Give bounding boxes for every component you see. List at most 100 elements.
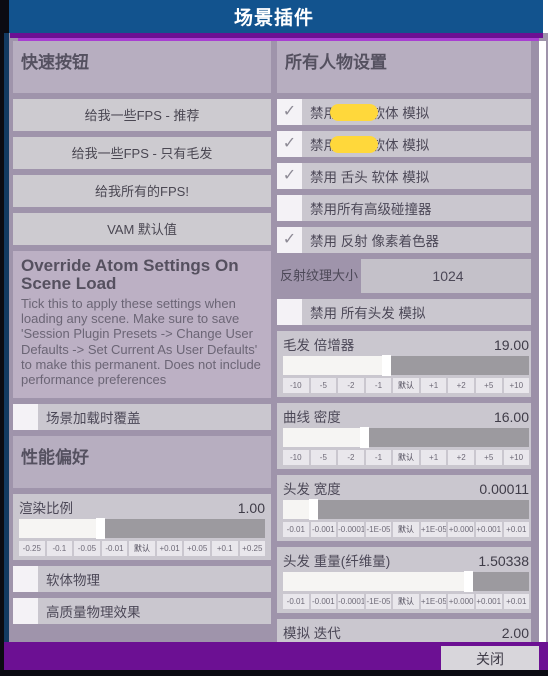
slider-step-button[interactable]: 默认 <box>393 450 419 465</box>
scrollbar-track[interactable] <box>531 41 539 642</box>
left-column: 快速按钮 给我一些FPS - 推荐 给我一些FPS - 只有毛发 给我所有的FP… <box>13 41 271 630</box>
slider-step-button[interactable]: +0.001 <box>475 594 502 609</box>
slider-step-button[interactable]: +1 <box>420 378 447 393</box>
preset-button-recommended[interactable]: 给我一些FPS - 推荐 <box>13 99 271 131</box>
slider-track[interactable] <box>283 571 529 592</box>
slider-step-button[interactable]: +10 <box>503 450 530 465</box>
slider-track[interactable] <box>19 517 265 539</box>
checkbox-label: 软体物理 <box>46 572 100 588</box>
slider-step-button[interactable]: +1E-05 <box>420 522 447 537</box>
slider-step-button[interactable]: -0.05 <box>74 540 100 556</box>
window-right-inner-edge <box>539 41 546 642</box>
checkbox-disable-glute-soft-body[interactable]: ✓ 禁用 臀部 软体 模拟 <box>277 131 535 157</box>
slider-step-button[interactable]: -0.01 <box>283 594 309 609</box>
checkbox-disable-breast-soft-body[interactable]: ✓ 禁用 乳房 软体 模拟 <box>277 99 535 125</box>
quick-buttons-header-label: 快速按钮 <box>21 53 89 72</box>
slider-handle[interactable] <box>308 499 318 520</box>
checkbox-disable-tongue-soft-body[interactable]: ✓ 禁用 舌头 软体 模拟 <box>277 163 535 189</box>
slider-step-button[interactable]: -2 <box>338 378 364 393</box>
slider-handle[interactable] <box>463 571 473 592</box>
slider-step-button[interactable]: +0.01 <box>503 522 530 537</box>
slider-step-button[interactable]: +10 <box>503 378 530 393</box>
dropdown-reflection-texture-size[interactable]: 反射纹理大小 1024 <box>277 259 535 293</box>
slider-step-button[interactable]: 默认 <box>393 594 419 609</box>
slider-step-button[interactable]: +1 <box>420 450 447 465</box>
slider-step-button[interactable]: +0.25 <box>239 540 266 556</box>
slider-curve-density[interactable]: 曲线 密度 16.00 -10 -5 -2 -1 默认 +1 +2 +5 +10 <box>277 403 535 469</box>
checkbox-disable-reflection-pixel-shader[interactable]: ✓ 禁用 反射 像素着色器 <box>277 227 535 253</box>
slider-step-button[interactable]: +2 <box>448 378 474 393</box>
slider-handle[interactable] <box>382 355 392 376</box>
slider-step-button[interactable]: -0.001 <box>310 522 337 537</box>
slider-step-button[interactable]: -0.25 <box>19 540 45 556</box>
slider-step-button[interactable]: -0.01 <box>101 540 128 556</box>
slider-hair-multiplier[interactable]: 毛发 倍增器 19.00 -10 -5 -2 -1 默认 +1 +2 +5 +10 <box>277 331 535 397</box>
slider-header: 头发 宽度 0.00011 <box>277 475 535 500</box>
slider-step-button[interactable]: +0.05 <box>184 540 210 556</box>
checkmark-icon: ✓ <box>277 195 302 221</box>
slider-step-button[interactable]: +0.000 <box>448 594 474 609</box>
slider-step-button[interactable]: -0.001 <box>310 594 337 609</box>
slider-header: 曲线 密度 16.00 <box>277 403 535 428</box>
slider-step-button[interactable]: +1E-05 <box>420 594 447 609</box>
checkbox-label: 禁用 臀部 软体 模拟 <box>302 131 535 157</box>
slider-track[interactable] <box>283 427 529 448</box>
preset-button-vam-defaults[interactable]: VAM 默认值 <box>13 213 271 245</box>
slider-step-button[interactable]: +0.000 <box>448 522 474 537</box>
checkmark-icon: ✓ <box>277 227 302 253</box>
slider-step-buttons: -0.25 -0.1 -0.05 -0.01 默认 +0.01 +0.05 +0.1 +0.25 <box>19 540 266 556</box>
preset-button-all-fps[interactable]: 给我所有的FPS! <box>13 175 271 207</box>
preset-button-hair-only[interactable]: 给我一些FPS - 只有毛发 <box>13 137 271 169</box>
slider-step-button[interactable]: -1E-05 <box>365 594 392 609</box>
slider-fill <box>283 428 365 447</box>
slider-step-button[interactable]: +5 <box>475 450 502 465</box>
slider-value: 2.00 <box>501 625 529 641</box>
slider-step-button[interactable]: +0.001 <box>475 522 502 537</box>
checkbox-soft-body-physics[interactable]: ✓ 软体物理 <box>13 565 271 592</box>
slider-header: 毛发 倍增器 19.00 <box>277 331 535 356</box>
slider-step-button[interactable]: -5 <box>310 450 337 465</box>
slider-step-button[interactable]: -0.1 <box>46 540 73 556</box>
slider-step-button[interactable]: 默认 <box>393 378 419 393</box>
slider-step-button[interactable]: -10 <box>283 378 309 393</box>
slider-step-button[interactable]: 默认 <box>129 540 155 556</box>
slider-value: 1.50338 <box>478 553 529 569</box>
slider-hair-width[interactable]: 头发 宽度 0.00011 -0.01 -0.001 -0.0001 -1E-05 默认… <box>277 475 535 541</box>
dropdown-value[interactable]: 1024 <box>361 259 535 293</box>
checkbox-disable-all-hair-sim[interactable]: ✓ 禁用 所有头发 模拟 <box>277 299 535 325</box>
slider-step-button[interactable]: -0.0001 <box>338 594 364 609</box>
slider-step-button[interactable]: -5 <box>310 378 337 393</box>
slider-step-button[interactable]: -1E-05 <box>365 522 392 537</box>
all-person-settings-header-label: 所有人物设置 <box>285 53 387 72</box>
slider-handle[interactable] <box>360 427 370 448</box>
slider-step-button[interactable]: +0.1 <box>211 540 238 556</box>
slider-step-button[interactable]: -1 <box>365 450 392 465</box>
slider-track[interactable] <box>283 499 529 520</box>
checkbox-high-quality-physics[interactable]: ✓ 高质量物理效果 <box>13 597 271 624</box>
slider-name: 曲线 密度 <box>283 410 341 425</box>
slider-handle[interactable] <box>96 517 106 539</box>
checkbox-disable-advanced-colliders[interactable]: ✓ 禁用所有高级碰撞器 <box>277 195 535 221</box>
slider-step-buttons: -10 -5 -2 -1 默认 +1 +2 +5 +10 <box>283 378 530 393</box>
close-button[interactable]: 关闭 <box>441 646 539 672</box>
slider-step-button[interactable]: 默认 <box>393 522 419 537</box>
slider-step-button[interactable]: +2 <box>448 450 474 465</box>
slider-step-button[interactable]: -1 <box>365 378 392 393</box>
checkmark-icon: ✓ <box>277 163 302 189</box>
checkbox-override-on-scene-load[interactable]: ✓ 场景加载时覆盖 <box>13 403 271 430</box>
slider-step-button[interactable]: +0.01 <box>156 540 183 556</box>
slider-step-button[interactable]: -0.0001 <box>338 522 364 537</box>
slider-step-button[interactable]: -0.01 <box>283 522 309 537</box>
slider-step-button[interactable]: +5 <box>475 378 502 393</box>
slider-step-button[interactable]: -2 <box>338 450 364 465</box>
slider-header: 头发 重量(纤维量) 1.50338 <box>277 547 535 572</box>
slider-hair-weight[interactable]: 头发 重量(纤维量) 1.50338 -0.01 -0.001 -0.0001 -1E… <box>277 547 535 613</box>
slider-render-scale[interactable]: 渲染比例 1.00 -0.25 -0.1 -0.05 -0.01 默认 +0.01 +0.0… <box>13 493 271 560</box>
slider-step-button[interactable]: -10 <box>283 450 309 465</box>
slider-fill <box>19 518 101 538</box>
censor-overlay <box>330 103 378 121</box>
dropdown-label: 反射纹理大小 <box>279 268 358 284</box>
slider-track[interactable] <box>283 355 529 376</box>
slider-step-buttons: -10 -5 -2 -1 默认 +1 +2 +5 +10 <box>283 450 530 465</box>
slider-step-button[interactable]: +0.01 <box>503 594 530 609</box>
